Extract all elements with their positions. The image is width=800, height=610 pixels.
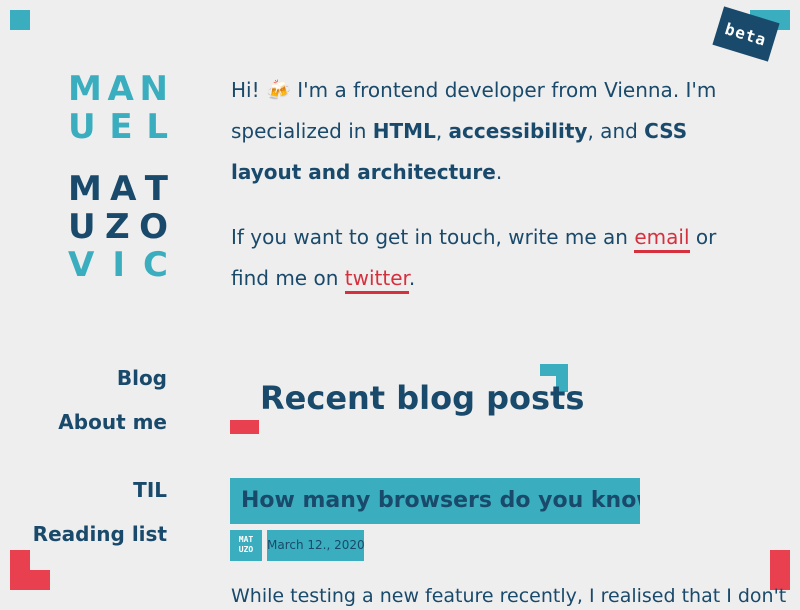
twitter-link[interactable]: twitter [344, 266, 409, 294]
skill-html: HTML [372, 119, 436, 143]
logo-row-5: VIC [68, 245, 168, 285]
post-excerpt: While testing a new feature recently, I … [231, 585, 787, 607]
logo-row-2: UEL [68, 107, 168, 147]
intro-paragraph: Hi! 🍻 I'm a frontend developer from Vien… [231, 78, 717, 184]
contact-paragraph: If you want to get in touch, write me an… [231, 217, 751, 299]
post-author-logo: MAT UZO [230, 530, 262, 561]
main-navigation: Blog About me TIL Reading list [20, 364, 167, 548]
post-title-link[interactable]: How many browsers do you know? [230, 478, 640, 524]
nav-link-about[interactable]: About me [20, 408, 167, 436]
site-logo[interactable]: MAN UEL MAT UZO VIC [68, 70, 168, 284]
logo-row-1: MAN [68, 69, 168, 109]
section-title: Recent blog posts [260, 379, 585, 417]
corner-decoration-top-left [10, 10, 30, 30]
nav-link-reading-list[interactable]: Reading list [20, 520, 167, 548]
corner-decoration-bottom-right [770, 550, 790, 590]
heading-decoration-bottom-left [230, 420, 259, 434]
nav-link-blog[interactable]: Blog [20, 364, 167, 392]
logo-row-4: UZO [68, 207, 168, 247]
nav-link-til[interactable]: TIL [20, 476, 167, 504]
recent-posts-heading-block: Recent blog posts [230, 362, 584, 436]
post-date: March 12., 2020 [267, 530, 365, 561]
corner-decoration-bottom-left [10, 550, 50, 590]
skill-accessibility: accessibility [448, 119, 588, 143]
main-content: Hi! 🍻 I'm a frontend developer from Vien… [231, 70, 751, 299]
logo-row-3: MAT [68, 169, 168, 209]
email-link[interactable]: email [634, 225, 690, 253]
